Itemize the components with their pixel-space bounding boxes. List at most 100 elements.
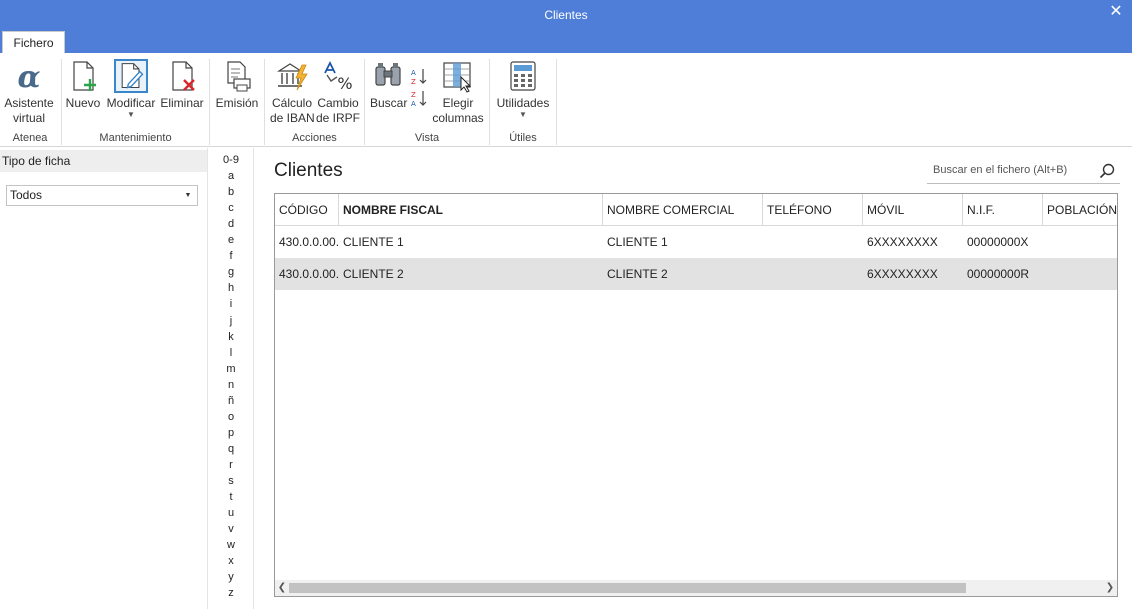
elegir-label-1: Elegir [442,96,474,110]
asistente-label-1: Asistente [4,96,54,110]
alphabet-letter[interactable]: u [208,507,254,519]
ribbon-separator [209,59,210,145]
utilidades-label: Utilidades [496,96,550,110]
alphabet-letter[interactable]: d [208,218,254,230]
irpf-label-2: de IRPF [316,111,361,125]
table-cell: 6XXXXXXXX [867,267,938,281]
bank-icon [276,63,308,91]
scrollbar-thumb[interactable] [289,583,966,593]
alphabet-letter[interactable]: q [208,443,254,455]
modificar-button[interactable]: Modificar ▼ [106,59,156,119]
eliminar-label: Eliminar [160,96,204,110]
search-input[interactable]: Buscar en el fichero (Alt+B) [933,164,1067,176]
alphabet-letter[interactable]: k [208,331,254,343]
alphabet-letter[interactable]: p [208,427,254,439]
close-icon[interactable]: ✕ [1108,4,1124,20]
alphabet-letter[interactable]: ñ [208,395,254,407]
ribbon-tab-strip: Fichero [0,30,1132,53]
column-header[interactable]: MÓVIL [863,194,963,226]
alphabet-letter[interactable]: y [208,571,254,583]
alphabet-letter[interactable]: j [208,315,254,327]
print-icon [227,61,251,92]
alphabet-letter[interactable]: n [208,379,254,391]
alphabet-letter[interactable]: i [208,298,254,310]
alphabet-letter[interactable]: o [208,411,254,423]
binoculars-icon [375,63,401,86]
scroll-left-icon[interactable]: ❮ [275,580,289,596]
emision-button[interactable]: Emisión [214,59,260,111]
sort-ascending-icon[interactable]: A Z [410,67,428,85]
table-cell: CLIENTE 2 [343,267,404,281]
window-title: Clientes [544,8,588,22]
table-row[interactable]: 430.0.0.00... CLIENTE 1 CLIENTE 1 6XXXXXXXX… [275,226,1117,258]
group-label-acciones: Acciones [292,132,337,144]
alphabet-letter[interactable]: g [208,266,254,278]
alphabet-letter[interactable]: m [208,363,254,375]
new-document-icon [73,61,96,91]
alphabet-letter[interactable]: a [208,170,254,182]
cambio-irpf-button[interactable]: % Cambio de IRPF [316,59,360,126]
delete-document-icon [172,61,195,91]
alphabet-letter[interactable]: t [208,491,254,503]
alphabet-letter[interactable]: f [208,250,254,262]
column-header[interactable]: NOMBRE FISCAL [339,194,603,226]
alphabet-letter[interactable]: v [208,523,254,535]
column-header[interactable]: TELÉFONO [763,194,863,226]
column-header[interactable]: N.I.F. [963,194,1043,226]
asistente-virtual-button[interactable]: α Asistente virtual [4,59,54,126]
edit-document-icon [114,59,148,93]
svg-text:α: α [17,60,40,93]
search-box[interactable]: Buscar en el fichero (Alt+B) [927,158,1120,184]
column-header[interactable]: POBLACIÓN [1043,194,1117,226]
group-label-mantenimiento: Mantenimiento [99,132,172,144]
horizontal-scrollbar[interactable]: ❮ ❯ [275,580,1117,596]
tab-fichero[interactable]: Fichero [2,31,65,53]
iban-label-1: Cálculo [271,96,313,110]
elegir-columnas-button[interactable]: Elegir columnas [432,59,484,126]
nuevo-button[interactable]: Nuevo [64,59,102,111]
sort-descending-icon[interactable]: Z A [410,89,428,107]
column-header[interactable]: NOMBRE COMERCIAL [603,194,763,226]
group-label-vista: Vista [414,132,440,144]
svg-text:Z: Z [411,91,416,99]
table-row[interactable]: 430.0.0.00... CLIENTE 2 CLIENTE 2 6XXXXXXXX… [275,258,1117,290]
table-cell: 00000000R [967,267,1030,281]
table-cell: 430.0.0.00... [279,235,339,249]
search-icon[interactable] [1098,162,1116,180]
alphabet-letter[interactable]: l [208,347,254,359]
percent-icon: % [324,60,353,93]
elegir-label-2: columnas [432,111,484,125]
table-header: CÓDIGO NOMBRE FISCAL NOMBRE COMERCIAL TELÉF… [275,194,1117,226]
tipo-ficha-value: Todos [10,188,43,202]
asistente-label-2: virtual [12,111,45,125]
alphabet-letter[interactable]: r [208,459,254,471]
table-cell: CLIENTE 2 [607,267,668,281]
table-cell: CLIENTE 1 [343,235,404,249]
alphabet-letter[interactable]: 0-9 [208,154,254,166]
alphabet-letter[interactable]: h [208,282,254,294]
table-cell [1043,226,1117,258]
alphabet-letter[interactable]: e [208,234,254,246]
alphabet-letter[interactable]: x [208,555,254,567]
utilidades-button[interactable]: Utilidades ▼ [494,59,552,119]
calculator-icon [510,61,536,91]
alphabet-letter[interactable]: s [208,475,254,487]
alphabet-filter-bar: 0-9 a b c d e f g h i j k l m n ñ o p q r s t u v w x y z [207,148,254,609]
group-label-utiles: Útiles [509,132,537,144]
alphabet-letter[interactable]: b [208,186,254,198]
tipo-ficha-header: Tipo de ficha [0,150,207,172]
alphabet-letter[interactable]: c [208,202,254,214]
eliminar-button[interactable]: Eliminar [160,59,204,111]
table-cell [763,258,863,290]
ribbon: α Asistente virtual Nuevo Modificar ▼ El… [0,53,1132,147]
calculo-iban-button[interactable]: Cálculo de IBAN [270,59,315,126]
column-header[interactable]: CÓDIGO [275,194,339,226]
tipo-ficha-select[interactable]: Todos ▼ [6,185,198,206]
table-cell: 430.0.0.00... [279,267,339,281]
buscar-button[interactable]: Buscar [370,59,407,111]
scroll-right-icon[interactable]: ❯ [1103,580,1117,596]
ribbon-separator [556,59,557,145]
chevron-down-icon[interactable]: ▼ [181,188,195,203]
alphabet-letter[interactable]: w [208,539,254,551]
alphabet-letter[interactable]: z [208,587,254,599]
